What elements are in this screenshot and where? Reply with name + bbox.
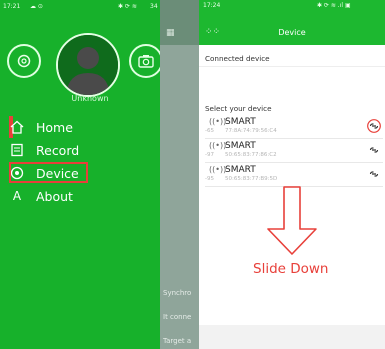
link-icon[interactable] (367, 119, 381, 133)
device-row[interactable]: ((•)) SMART -65 77:8A:74:79:56:C4 (205, 116, 383, 139)
wifi-icon: ✱ ⟳ ≋ .ıl ▣ (317, 2, 351, 9)
select-device-label: Select your device (205, 104, 272, 113)
record-icon (10, 143, 24, 157)
dimmed-text-1: Synchro (163, 289, 192, 297)
device-rssi: -95 (205, 176, 214, 182)
device-header: 17:24 ✱ ⟳ ≋ .ıl ▣ ⁘⁘ Device (199, 0, 385, 45)
device-row[interactable]: ((•)) SMART -95 50:65:83:77:B9:5D (205, 164, 383, 187)
menu-item-record[interactable]: Record (10, 140, 150, 160)
signal-icon: ((•)) (209, 141, 227, 150)
menu-label-home: Home (36, 119, 73, 135)
divider (199, 66, 385, 67)
device-mac: 77:8A:74:79:56:C4 (225, 128, 277, 134)
grid-icon: ▦ (166, 28, 175, 38)
device-row[interactable]: ((•)) SMART -97 50:65:83:77:86:C2 (205, 140, 383, 163)
settings-button[interactable] (7, 44, 41, 78)
slide-down-arrow-icon (267, 186, 317, 255)
device-rssi: -65 (205, 128, 214, 134)
link-icon[interactable] (367, 167, 381, 181)
device-title: Device (278, 28, 306, 37)
device-mac: 50:65:83:77:B9:5D (225, 176, 278, 182)
device-highlight-box (9, 162, 88, 183)
device-rssi: -97 (205, 152, 214, 158)
camera-button[interactable] (129, 44, 163, 78)
device-name: SMART (225, 165, 256, 175)
device-name: SMART (225, 117, 256, 127)
dimmed-content-strip: ▦ Synchro It conne Target a (160, 0, 201, 349)
bluetooth-icon: ✱ ⟳ ≋ (118, 3, 137, 10)
dimmed-header: ▦ (160, 0, 201, 45)
device-mac: 50:65:83:77:86:C2 (225, 152, 277, 158)
device-name: SMART (225, 141, 256, 151)
left-status-time: 17:21 (3, 3, 21, 10)
cloud-icon: ☁ ⊙ (30, 3, 43, 10)
dimmed-text-2: It conne (163, 313, 192, 321)
about-icon: A (12, 189, 22, 203)
signal-icon: ((•)) (209, 117, 227, 126)
connected-device-label: Connected device (205, 54, 270, 63)
signal-icon: ((•)) (209, 165, 227, 174)
right-phone-device-screen: 17:24 ✱ ⟳ ≋ .ıl ▣ ⁘⁘ Device Connected de… (199, 0, 385, 349)
menu-item-about[interactable]: A About (10, 186, 150, 206)
bottom-bar (199, 325, 385, 349)
right-status-time: 17:24 (203, 2, 221, 9)
camera-icon (138, 55, 154, 68)
slide-down-label: Slide Down (253, 261, 329, 277)
menu-label-about: About (36, 188, 73, 204)
avatar[interactable] (56, 33, 120, 97)
gear-icon (17, 54, 31, 68)
home-icon (10, 120, 24, 134)
link-icon[interactable] (367, 143, 381, 157)
menu-item-home[interactable]: Home (10, 117, 150, 137)
dimmed-text-3: Target a (163, 337, 192, 345)
menu-label-record: Record (36, 142, 80, 158)
user-silhouette-icon (58, 35, 118, 95)
right-status-bar: 17:24 ✱ ⟳ ≋ .ıl ▣ (199, 0, 385, 12)
username-label: Unknown (71, 94, 109, 103)
